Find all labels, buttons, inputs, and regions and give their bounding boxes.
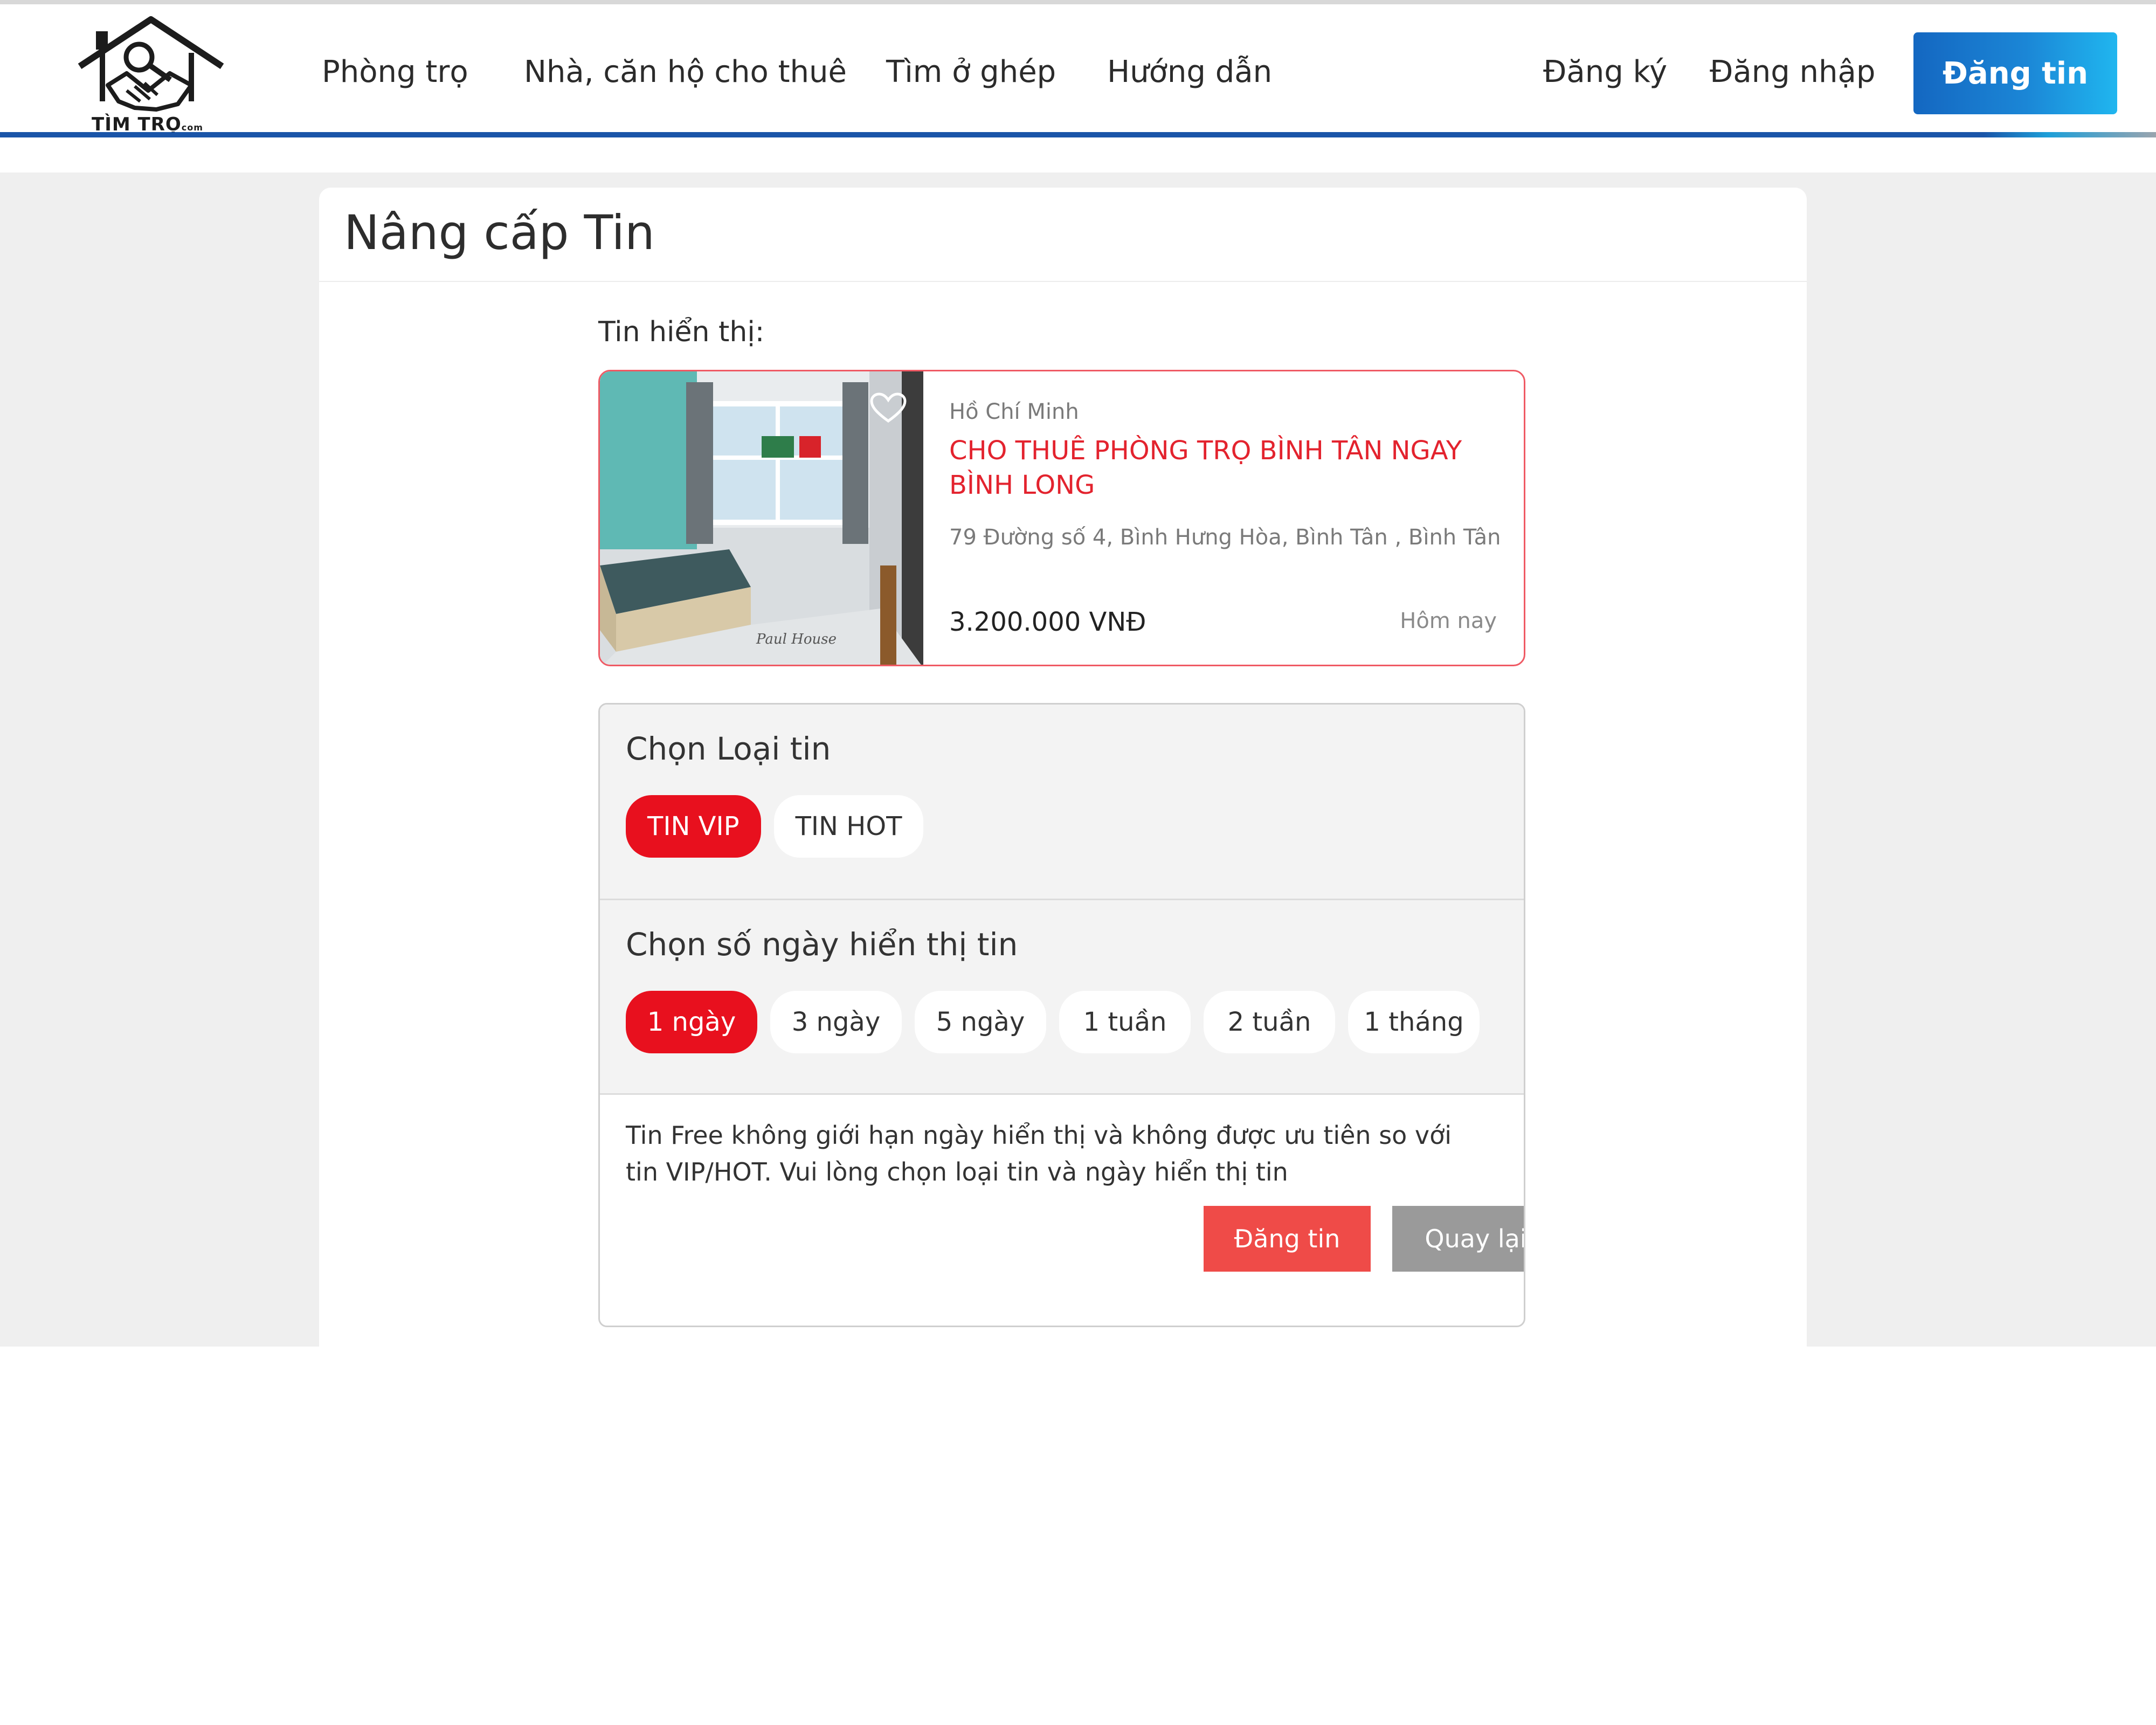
post-listing-button[interactable]: Đăng tin [1913,32,2117,114]
listing-type-section: Chọn Loại tin TIN VIP TIN HOT [600,705,1524,900]
page-title: Nâng cấp Tin [344,205,655,260]
type-chip-hot[interactable]: TIN HOT [773,795,924,858]
duration-chip-3-days[interactable]: 3 ngày [770,991,902,1053]
title-divider [319,281,1807,282]
submit-button[interactable]: Đăng tin [1204,1206,1371,1272]
upgrade-options: Chọn Loại tin TIN VIP TIN HOT Chọn số ng… [598,703,1525,1327]
house-handshake-icon [78,16,224,112]
site-logo[interactable]: TÌM TRỌcom [75,15,232,136]
shown-listing-label: Tin hiển thị: [598,316,765,348]
listing-city: Hồ Chí Minh [949,399,1079,424]
upgrade-panel: Nâng cấp Tin Tin hiển thị: Paul House Hồ… [319,188,1807,1347]
back-button[interactable]: Quay lại [1392,1206,1524,1272]
free-listing-notice: Tin Free không giới hạn ngày hiển thị và… [626,1121,1452,1186]
duration-chip-5-days[interactable]: 5 ngày [915,991,1046,1053]
header-underline [0,132,2156,137]
type-chip-vip[interactable]: TIN VIP [626,795,761,858]
nav-guide[interactable]: Hướng dẫn [1107,54,1272,89]
listing-time: Hôm nay [1400,609,1497,633]
listing-address: 79 Đường số 4, Bình Hưng Hòa, Bình Tân ,… [949,525,1501,550]
duration-heading: Chọn số ngày hiển thị tin [626,926,1018,963]
listing-card[interactable]: Paul House Hồ Chí Minh CHO THUÊ PHÒNG TR… [598,370,1525,666]
duration-chip-2-weeks[interactable]: 2 tuần [1204,991,1335,1053]
top-border [0,0,2156,4]
nav-apartments[interactable]: Nhà, căn hộ cho thuê [524,54,847,89]
nav-roommates[interactable]: Tìm ở ghép [886,54,1056,89]
site-header: TÌM TRỌcom Phòng trọ Nhà, căn hộ cho thu… [0,4,2156,136]
login-link[interactable]: Đăng nhập [1710,54,1875,89]
duration-chips: 1 ngày 3 ngày 5 ngày 1 tuần 2 tuần 1 thá… [626,991,1480,1053]
photo-caption: Paul House [756,631,837,647]
listing-info: Hồ Chí Minh CHO THUÊ PHÒNG TRỌ BÌNH TÂN … [949,371,1524,665]
duration-section: Chọn số ngày hiển thị tin 1 ngày 3 ngày … [600,900,1524,1095]
duration-chip-1-day[interactable]: 1 ngày [626,991,757,1053]
listing-title[interactable]: CHO THUÊ PHÒNG TRỌ BÌNH TÂN NGAY BÌNH LO… [949,433,1499,502]
duration-chip-1-week[interactable]: 1 tuần [1059,991,1191,1053]
duration-chip-1-month[interactable]: 1 tháng [1348,991,1480,1053]
logo-suffix: com [181,122,203,133]
listing-price: 3.200.000 VNĐ [949,607,1146,637]
listing-type-chips: TIN VIP TIN HOT [626,795,924,858]
heart-icon[interactable] [869,392,907,424]
register-link[interactable]: Đăng ký [1543,54,1667,89]
listing-thumbnail: Paul House [600,371,923,665]
nav-rooms[interactable]: Phòng trọ [322,54,468,89]
listing-type-heading: Chọn Loại tin [626,730,831,767]
